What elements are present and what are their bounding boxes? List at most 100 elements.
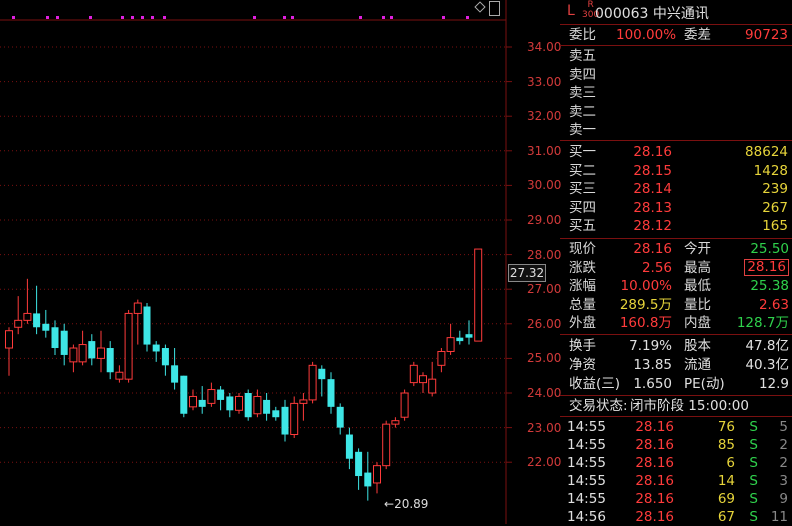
tick-price: 28.16 <box>635 509 674 525</box>
candle-body <box>290 402 299 436</box>
divider <box>560 334 792 335</box>
tick-time: 14:56 <box>567 509 606 525</box>
bid-row: 买五 28.12 165 <box>560 217 792 235</box>
candle-body <box>51 327 59 349</box>
price-tick-label: 24.00 <box>527 386 562 400</box>
candle-body <box>308 364 317 401</box>
stat-value: 28.16 <box>744 258 789 276</box>
tick-price: 28.16 <box>635 419 674 435</box>
divider <box>560 238 792 239</box>
stock-title: 000063 中兴通讯 <box>595 3 709 23</box>
candle-body <box>171 365 179 383</box>
event-marker <box>163 16 166 19</box>
price-tick-label: 25.00 <box>527 351 562 366</box>
price-tick-label: 32.00 <box>527 109 562 124</box>
kline-chart[interactable]: 34.00 33.00 32.00 31.00 30.00 29.00 28.00 27.00… <box>0 0 562 524</box>
candle-body <box>207 389 216 404</box>
ask-label: 卖一 <box>569 122 596 139</box>
ask-row: 卖三 <box>560 84 792 102</box>
min-price-label: ←20.89 <box>384 497 429 511</box>
candle-body <box>419 375 427 384</box>
candle-body <box>272 410 280 418</box>
candle-body <box>409 364 418 384</box>
candle-body <box>382 423 391 467</box>
candle-body <box>253 395 262 415</box>
candle-body <box>180 375 188 414</box>
event-marker <box>390 16 393 19</box>
bid-volume: 1428 <box>753 162 788 179</box>
candle-body <box>281 406 289 435</box>
candle-body <box>198 399 206 407</box>
price-tick-label: 29.00 <box>527 213 562 227</box>
weicha-value: 90723 <box>745 27 788 43</box>
stat-value: 160.8万 <box>619 315 672 332</box>
stat-label: 涨跌 <box>569 259 596 276</box>
tick-price: 28.16 <box>635 455 674 471</box>
tick-count: 11 <box>770 509 788 525</box>
weibi-label: 委比 <box>569 27 596 43</box>
bid-volume: 88624 <box>745 144 788 160</box>
tick-side: S <box>749 509 758 525</box>
tick-row: 14:55 28.16 14 S 3 <box>560 472 792 490</box>
candle-body <box>217 389 225 400</box>
ask-row: 卖二 <box>560 103 792 121</box>
bid-price: 28.14 <box>633 181 672 198</box>
bid-row: 买一 28.16 88624 <box>560 143 792 161</box>
current-price-marker: 27.32 <box>508 264 546 282</box>
stat-label: 最低 <box>684 278 711 295</box>
panel-toggle-icon[interactable] <box>489 1 500 16</box>
bid-volume: 239 <box>762 181 788 198</box>
fund-value: 1.650 <box>633 376 672 392</box>
fund-value: 13.85 <box>633 357 672 373</box>
weicha-label: 委差 <box>684 27 711 43</box>
candle-body <box>355 451 363 477</box>
candle-body <box>42 323 50 331</box>
candle-body <box>69 347 78 363</box>
ask-row: 卖五 <box>560 47 792 65</box>
tick-side: S <box>749 491 758 507</box>
candle-body <box>14 319 23 328</box>
tick-side: S <box>749 473 758 489</box>
event-marker <box>121 16 124 19</box>
tick-row: 14:56 28.16 67 S 11 <box>560 508 792 526</box>
stat-value: 25.38 <box>750 278 789 295</box>
tick-volume: 85 <box>717 437 735 453</box>
stat-value: 128.7万 <box>736 315 789 332</box>
tick-row: 14:55 28.16 6 S 2 <box>560 454 792 472</box>
event-marker <box>151 16 154 19</box>
stat-label: 今开 <box>684 241 711 257</box>
tick-count: 9 <box>779 491 788 507</box>
candle-body <box>78 344 87 363</box>
bid-price: 28.12 <box>633 218 672 235</box>
event-marker <box>89 16 92 19</box>
candle-body <box>161 348 169 366</box>
tick-price: 28.16 <box>635 437 674 453</box>
bid-price: 28.16 <box>633 144 672 160</box>
quote-row: 涨幅 10.00% 最低 25.38 <box>560 277 792 295</box>
fund-value: 12.9 <box>758 376 789 392</box>
ask-label: 卖二 <box>569 103 596 120</box>
divider <box>560 45 792 46</box>
candle-body <box>5 330 13 349</box>
stat-value: 28.16 <box>633 241 672 257</box>
price-tick-label: 30.00 <box>527 178 562 193</box>
fund-value: 7.19% <box>629 338 672 354</box>
quote-row: 涨跌 2.56 最高 28.16 <box>560 258 792 277</box>
bid-price: 28.13 <box>633 199 672 216</box>
stat-label: 涨幅 <box>569 278 596 295</box>
trade-status-row: 交易状态: 闭市阶段 15:00:00 <box>560 397 792 415</box>
candle-body <box>244 393 252 418</box>
tick-count: 2 <box>779 437 788 453</box>
bid-label: 买一 <box>569 144 596 160</box>
candle-body <box>446 337 455 352</box>
tick-row: 14:55 28.16 76 S 5 <box>560 418 792 436</box>
candle-body <box>336 406 344 428</box>
candle-body <box>299 399 308 404</box>
event-marker <box>141 16 144 19</box>
stat-value: 2.63 <box>758 296 789 313</box>
tick-count: 2 <box>779 455 788 471</box>
divider <box>560 140 792 141</box>
candle-body <box>437 350 446 366</box>
candle-body <box>189 395 197 408</box>
bid-row: 买三 28.14 239 <box>560 180 792 198</box>
